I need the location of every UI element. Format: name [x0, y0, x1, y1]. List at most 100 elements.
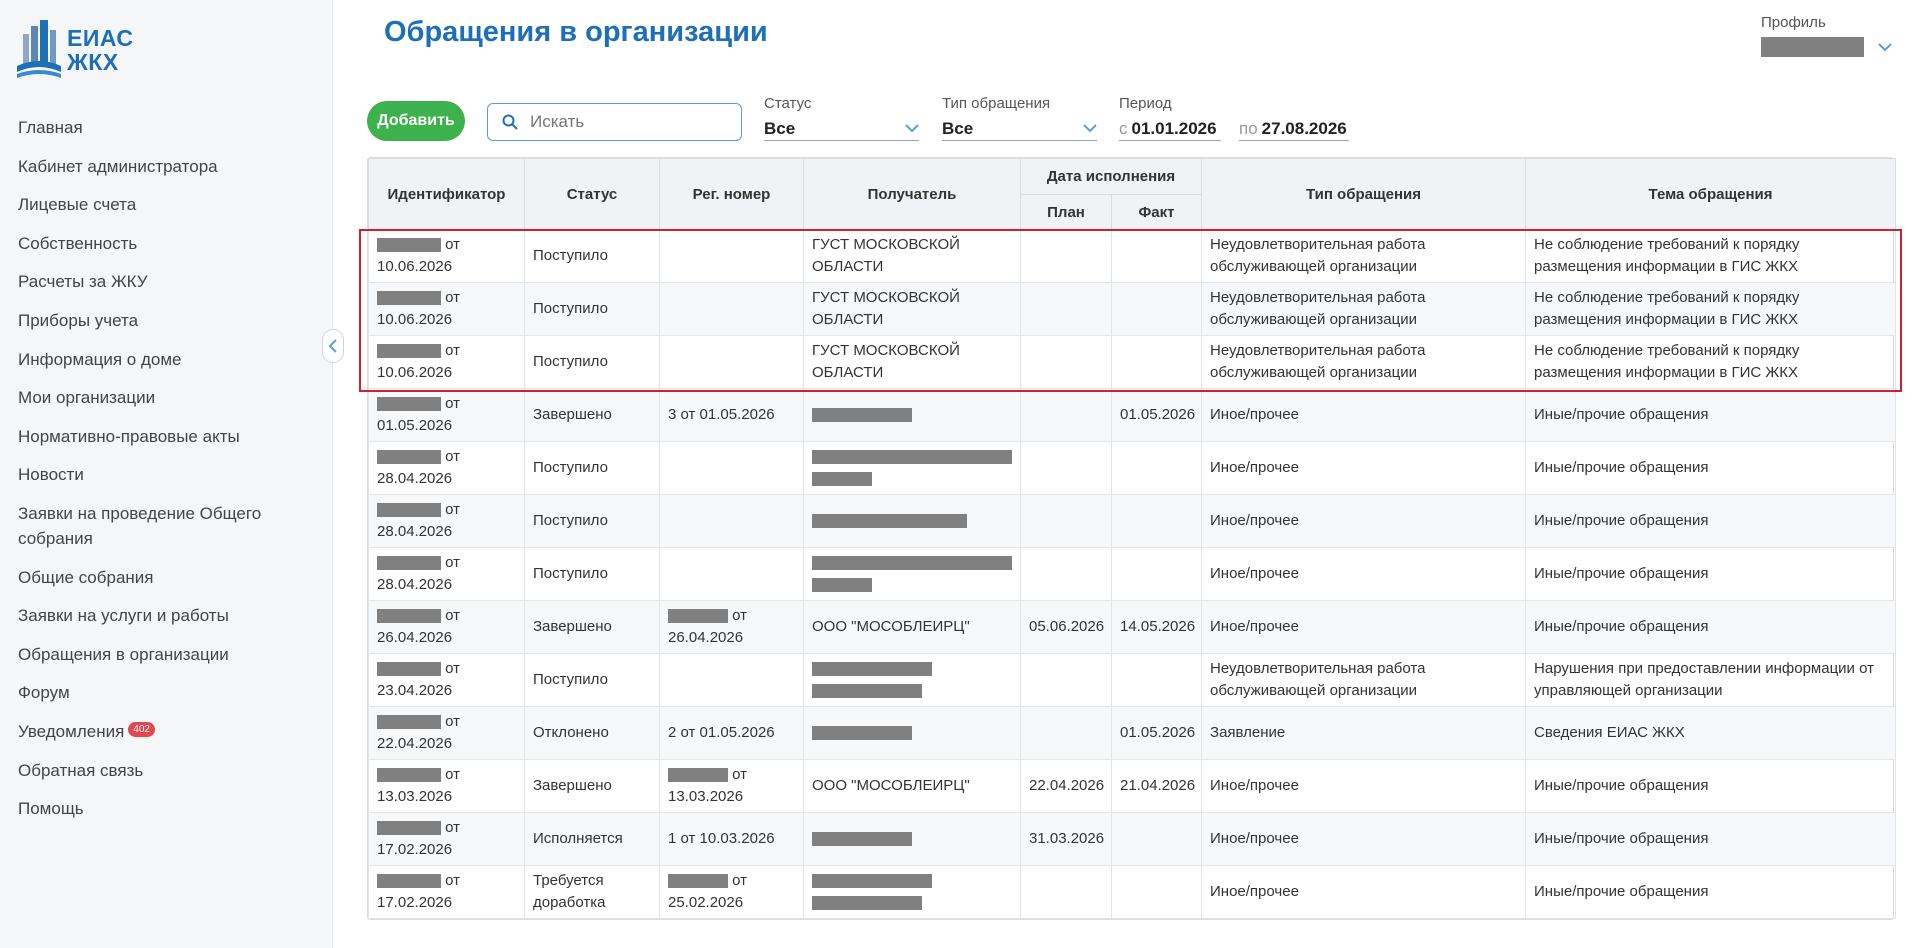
cell-topic-text: Иные/прочие обращения	[1534, 830, 1709, 847]
cell-fact	[1110, 282, 1203, 336]
sidebar-item[interactable]: Обращения в организации	[0, 642, 333, 667]
cell-id-date: 10.06.2026	[377, 311, 453, 328]
cell-type-text: Иное/прочее	[1210, 565, 1299, 582]
cell-fact-text: 14.05.2026	[1120, 618, 1196, 635]
cell-plan	[1020, 229, 1112, 283]
sidebar-item[interactable]: Мои организации	[0, 385, 333, 410]
cell-recipient-text: ООО "МОСОБЛЕИРЦ"	[812, 777, 970, 794]
cell-plan-text: 05.06.2026	[1029, 618, 1105, 635]
sidebar-item[interactable]: Новости	[0, 462, 333, 487]
column-header-recipient[interactable]: Получатель	[803, 158, 1021, 230]
cell-plan	[1020, 441, 1112, 495]
cell-type: Неудовлетворительная работа обслуживающе…	[1201, 229, 1527, 283]
logo-line-2: ЖКХ	[67, 49, 119, 75]
column-header-fact[interactable]: Факт	[1110, 194, 1203, 230]
cell-status-text: Поступило	[533, 300, 608, 317]
sidebar-collapse-button[interactable]	[322, 329, 344, 363]
redacted-recipient	[812, 408, 912, 423]
logo[interactable]: ЕИАС ЖКХ	[17, 20, 134, 80]
cell-id-date: 13.03.2026	[377, 788, 453, 805]
sidebar-item[interactable]: Помощь	[0, 796, 333, 821]
table-row[interactable]: от 28.04.2026 Поступило Иное/прочее Иные/про…	[368, 441, 1897, 495]
redacted-recipient	[812, 832, 912, 847]
table-row[interactable]: от 26.04.2026 Завершено от 26.04.2026 ООО "М…	[368, 600, 1897, 654]
sidebar-item-label: Помощь	[18, 799, 84, 819]
search-input[interactable]	[528, 111, 718, 133]
cell-type-text: Иное/прочее	[1210, 406, 1299, 423]
column-header-id[interactable]: Идентификатор	[368, 158, 525, 230]
cell-id-suffix: от	[445, 236, 461, 253]
sidebar-item[interactable]: Лицевые счета	[0, 192, 333, 217]
appeals-table-body: от 10.06.2026 Поступило ГУСТ МОСКОВСКОЙ ОБЛ…	[368, 229, 1897, 919]
table-row[interactable]: от 17.02.2026 Требуется доработка от 25.02.…	[368, 865, 1897, 919]
cell-plan: 31.03.2026	[1020, 812, 1112, 866]
profile-row[interactable]	[1761, 37, 1892, 57]
column-header-plan[interactable]: План	[1020, 194, 1112, 230]
sidebar-item[interactable]: Приборы учета	[0, 308, 333, 333]
profile-menu[interactable]: Профиль	[1761, 14, 1892, 57]
redacted-id	[377, 238, 441, 253]
cell-topic: Не соблюдение требований к порядку разме…	[1525, 335, 1897, 389]
search-icon	[502, 114, 518, 130]
table-row[interactable]: от 28.04.2026 Поступило Иное/прочее Иные/про…	[368, 547, 1897, 601]
sidebar-item[interactable]: Уведомления 402	[0, 719, 333, 744]
table-row[interactable]: от 28.04.2026 Поступило Иное/прочее Иные/про…	[368, 494, 1897, 548]
cell-fact	[1110, 547, 1203, 601]
sidebar-item-label: Собственность	[18, 233, 138, 253]
period-filter: Период с 01.01.2026 по 27.08.2026	[1119, 95, 1349, 141]
sidebar-item[interactable]: Информация о доме	[0, 347, 333, 372]
sidebar-item[interactable]: Заявки на проведение Общего собрания	[0, 501, 333, 551]
column-header-status[interactable]: Статус	[524, 158, 660, 230]
sidebar-item[interactable]: Нормативно-правовые акты	[0, 424, 333, 449]
table-row[interactable]: от 13.03.2026 Завершено от 13.03.2026 ООО "М…	[368, 759, 1897, 813]
profile-label: Профиль	[1761, 14, 1826, 31]
cell-status: Завершено	[524, 388, 660, 442]
cell-status: Поступило	[524, 229, 660, 283]
table-row[interactable]: от 22.04.2026 Отклонено 2 от 01.05.2026 01.0…	[368, 706, 1897, 760]
cell-id: от 17.02.2026	[368, 865, 525, 919]
search-box[interactable]	[487, 103, 742, 141]
cell-recipient	[803, 653, 1021, 707]
table-row[interactable]: от 01.05.2026 Завершено 3 от 01.05.2026 01.0…	[368, 388, 1897, 442]
status-select[interactable]: Все	[764, 117, 919, 141]
cell-reg-prefix: от	[732, 607, 748, 624]
period-from-field[interactable]: с 01.01.2026	[1119, 117, 1221, 141]
column-header-reg[interactable]: Рег. номер	[659, 158, 804, 230]
cell-topic-text: Иные/прочие обращения	[1534, 565, 1709, 582]
cell-reg-text: 1 от 10.03.2026	[668, 830, 775, 847]
sidebar-item[interactable]: Главная	[0, 115, 333, 140]
sidebar-item[interactable]: Собственность	[0, 231, 333, 256]
column-header-type[interactable]: Тип обращения	[1201, 158, 1527, 230]
add-button[interactable]: Добавить	[367, 101, 465, 141]
cell-id: от 28.04.2026	[368, 494, 525, 548]
sidebar-item[interactable]: Обратная связь	[0, 758, 333, 783]
cell-status: Исполняется	[524, 812, 660, 866]
sidebar-item[interactable]: Форум	[0, 680, 333, 705]
sidebar-item[interactable]: Общие собрания	[0, 565, 333, 590]
redacted-id	[377, 609, 441, 624]
cell-reg-text: 2 от 01.05.2026	[668, 724, 775, 741]
sidebar-item[interactable]: Кабинет администратора	[0, 154, 333, 179]
cell-status-text: Требуется доработка	[533, 872, 606, 911]
column-header-topic[interactable]: Тема обращения	[1525, 158, 1897, 230]
table-row[interactable]: от 10.06.2026 Поступило ГУСТ МОСКОВСКОЙ ОБЛ…	[368, 282, 1897, 336]
cell-recipient: ГУСТ МОСКОВСКОЙ ОБЛАСТИ	[803, 282, 1021, 336]
cell-fact	[1110, 653, 1203, 707]
cell-status: Поступило	[524, 335, 660, 389]
redacted-id	[377, 556, 441, 571]
cell-id-date: 22.04.2026	[377, 735, 453, 752]
sidebar-item[interactable]: Заявки на услуги и работы	[0, 603, 333, 628]
cell-plan: 05.06.2026	[1020, 600, 1112, 654]
sidebar-item[interactable]: Расчеты за ЖКУ	[0, 269, 333, 294]
table-row[interactable]: от 23.04.2026 Поступило Неудовлетворительна…	[368, 653, 1897, 707]
cell-status: Поступило	[524, 653, 660, 707]
redacted-recipient	[812, 726, 912, 741]
table-row[interactable]: от 17.02.2026 Исполняется 1 от 10.03.2026 31…	[368, 812, 1897, 866]
table-row[interactable]: от 10.06.2026 Поступило ГУСТ МОСКОВСКОЙ ОБЛ…	[368, 229, 1897, 283]
table-row[interactable]: от 10.06.2026 Поступило ГУСТ МОСКОВСКОЙ ОБЛ…	[368, 335, 1897, 389]
cell-type: Иное/прочее	[1201, 494, 1527, 548]
cell-status: Поступило	[524, 547, 660, 601]
sidebar-item-label: Обратная связь	[18, 760, 144, 780]
period-to-field[interactable]: по 27.08.2026	[1239, 117, 1349, 141]
type-select[interactable]: Все	[942, 117, 1097, 141]
